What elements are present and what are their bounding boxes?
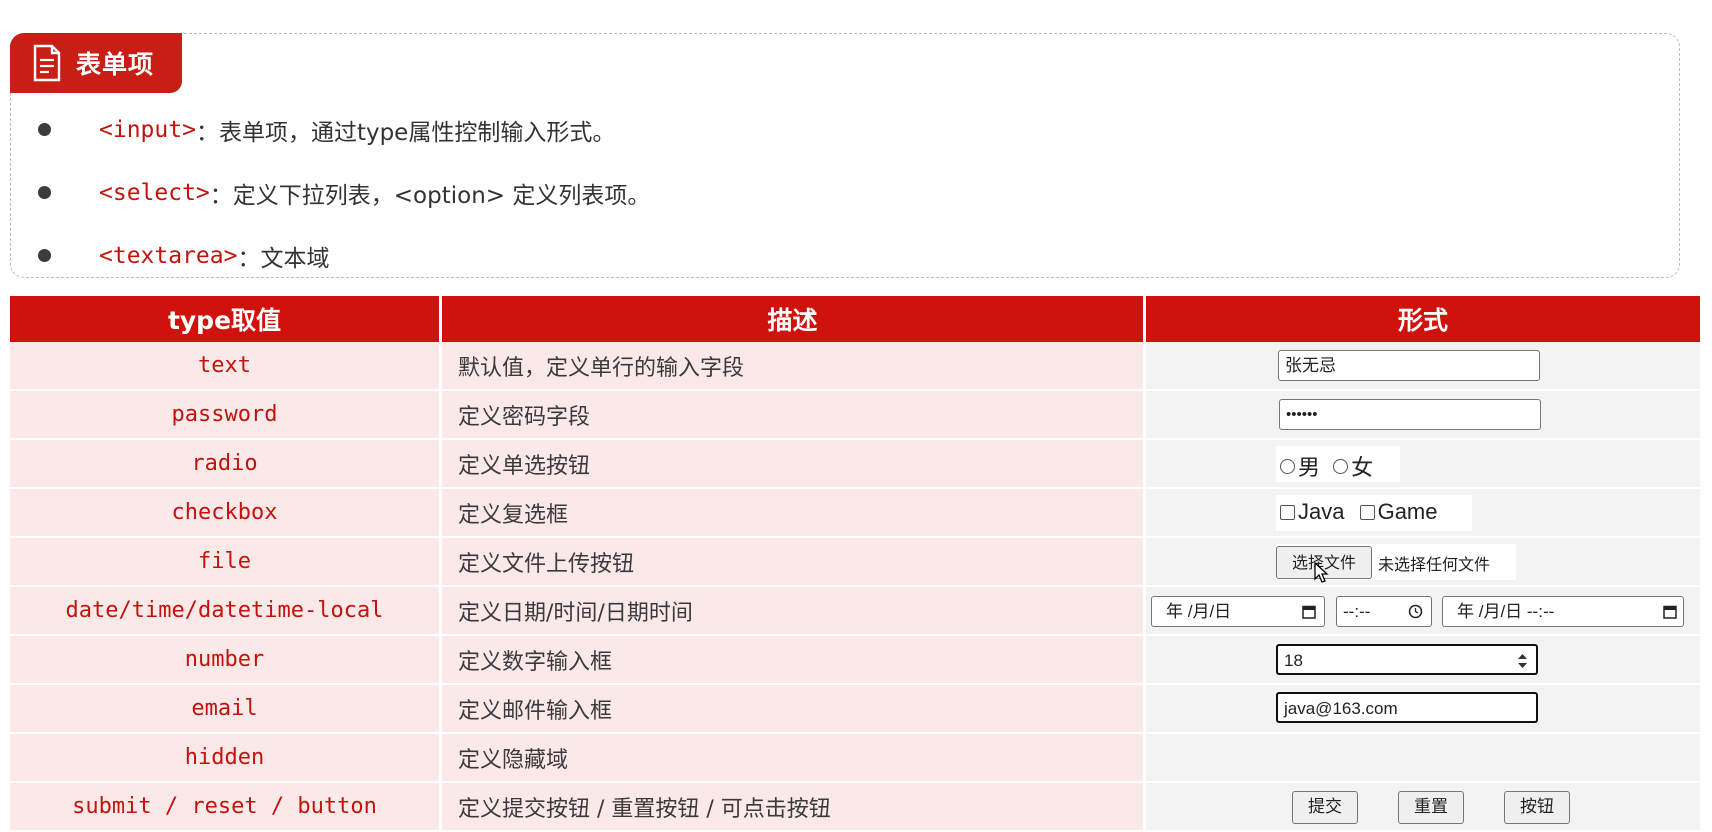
type-cell: text [10,342,442,391]
type-cell: date/time/datetime-local [10,587,442,636]
table-row: radio 定义单选按钮 男 女 [10,440,1703,489]
password-input[interactable]: •••••• [1279,399,1541,430]
table-row: text 默认值，定义单行的输入字段 张无忌 [10,342,1703,391]
datetime-input[interactable]: 年 /月/日 --:-- [1442,596,1684,627]
table-row: hidden 定义隐藏域 [10,734,1703,783]
desc-cell: 定义复选框 [442,489,1146,538]
radio-label-female: 女 [1351,455,1374,480]
table-row: date/time/datetime-local 定义日期/时间/日期时间 年 … [10,587,1703,636]
desc-cell: 定义密码字段 [442,391,1146,440]
submit-button[interactable]: 提交 [1292,791,1358,824]
bullet-tag: <textarea> [99,242,238,269]
desc-cell: 定义隐藏域 [442,734,1146,783]
table-row: checkbox 定义复选框 Java Game [10,489,1703,538]
form-cell: 提交 重置 按钮 [1146,783,1703,832]
bullet-text: ：表单项，通过type属性控制输入形式。 [195,119,616,146]
radio-label-male: 男 [1298,455,1321,480]
checkbox-game[interactable] [1359,504,1375,520]
plain-button[interactable]: 按钮 [1504,791,1570,824]
type-cell: submit / reset / button [10,783,442,832]
calendar-icon[interactable] [1663,604,1677,619]
table-header-row: type取值 描述 形式 [10,296,1703,342]
desc-cell: 定义数字输入框 [442,636,1146,685]
checkbox-label-java: Java [1298,499,1345,524]
bullet-dot [38,249,51,262]
header-type: type取值 [10,296,442,342]
table-row: password 定义密码字段 •••••• [10,391,1703,440]
type-cell: number [10,636,442,685]
list-item: <select> ：定义下拉列表，<option> 定义列表项。 [38,161,650,224]
type-cell: hidden [10,734,442,783]
date-input[interactable]: 年 /月/日 [1151,596,1325,627]
bullet-list: <input> ：表单项，通过type属性控制输入形式。 <select> ：定… [38,98,650,287]
table-row: file 定义文件上传按钮 选择文件 未选择任何文件 [10,538,1703,587]
table-row: number 定义数字输入框 18 [10,636,1703,685]
list-item: <input> ：表单项，通过type属性控制输入形式。 [38,98,650,161]
type-cell: password [10,391,442,440]
checkbox-group: Java Game [1276,495,1472,531]
bullet-dot [38,123,51,136]
type-cell: file [10,538,442,587]
form-cell: •••••• [1146,391,1703,440]
table-row: submit / reset / button 定义提交按钮 / 重置按钮 / … [10,783,1703,832]
email-input[interactable]: java@163.com [1276,692,1538,723]
desc-cell: 默认值，定义单行的输入字段 [442,342,1146,391]
bullet-tag: <select> [99,179,210,206]
desc-cell: 定义文件上传按钮 [442,538,1146,587]
radio-group: 男 女 [1276,446,1400,482]
radio-female[interactable] [1333,458,1349,474]
document-icon [33,44,61,82]
list-item: <textarea> ：文本域 [38,224,650,287]
bullet-dot [38,186,51,199]
time-value: --:-- [1343,602,1371,621]
type-cell: checkbox [10,489,442,538]
form-cell: java@163.com [1146,685,1703,734]
desc-cell: 定义邮件输入框 [442,685,1146,734]
bullet-tag: <input> [99,116,196,143]
table-row: email 定义邮件输入框 java@163.com [10,685,1703,734]
reset-button[interactable]: 重置 [1398,791,1464,824]
date-value: 年 /月/日 [1166,602,1232,621]
form-cell: 18 [1146,636,1703,685]
card-title: 表单项 [76,50,155,79]
desc-cell: 定义日期/时间/日期时间 [442,587,1146,636]
mouse-cursor-icon [1314,562,1329,583]
number-value: 18 [1284,651,1303,670]
input-types-table: type取值 描述 形式 text 默认值，定义单行的输入字段 张无忌 pass… [10,296,1703,832]
radio-male[interactable] [1280,458,1295,474]
type-cell: radio [10,440,442,489]
card-title-tag: 表单项 [10,33,182,93]
form-cell: Java Game [1146,489,1703,538]
clock-icon[interactable] [1408,604,1423,619]
text-input[interactable]: 张无忌 [1278,350,1540,381]
file-status-text: 未选择任何文件 [1378,555,1491,574]
desc-cell: 定义单选按钮 [442,440,1146,489]
desc-cell: 定义提交按钮 / 重置按钮 / 可点击按钮 [442,783,1146,832]
form-cell: 年 /月/日 --:-- 年 /月/日 --:-- [1146,587,1703,636]
time-input[interactable]: --:-- [1336,596,1432,627]
form-cell: 男 女 [1146,440,1703,489]
datetime-value: 年 /月/日 --:-- [1457,602,1555,621]
number-input[interactable]: 18 [1276,644,1538,675]
header-form: 形式 [1146,296,1703,342]
form-cell [1146,734,1703,783]
bullet-text: ：定义下拉列表，<option> 定义列表项。 [209,182,651,209]
calendar-icon[interactable] [1302,604,1316,619]
bullet-text: ：文本域 [237,245,330,272]
form-cell: 张无忌 [1146,342,1703,391]
header-description: 描述 [442,296,1146,342]
type-cell: email [10,685,442,734]
spinner-arrows-icon[interactable] [1517,653,1528,669]
form-cell: 选择文件 未选择任何文件 [1146,538,1703,587]
checkbox-label-game: Game [1377,499,1438,524]
checkbox-java[interactable] [1280,504,1295,520]
